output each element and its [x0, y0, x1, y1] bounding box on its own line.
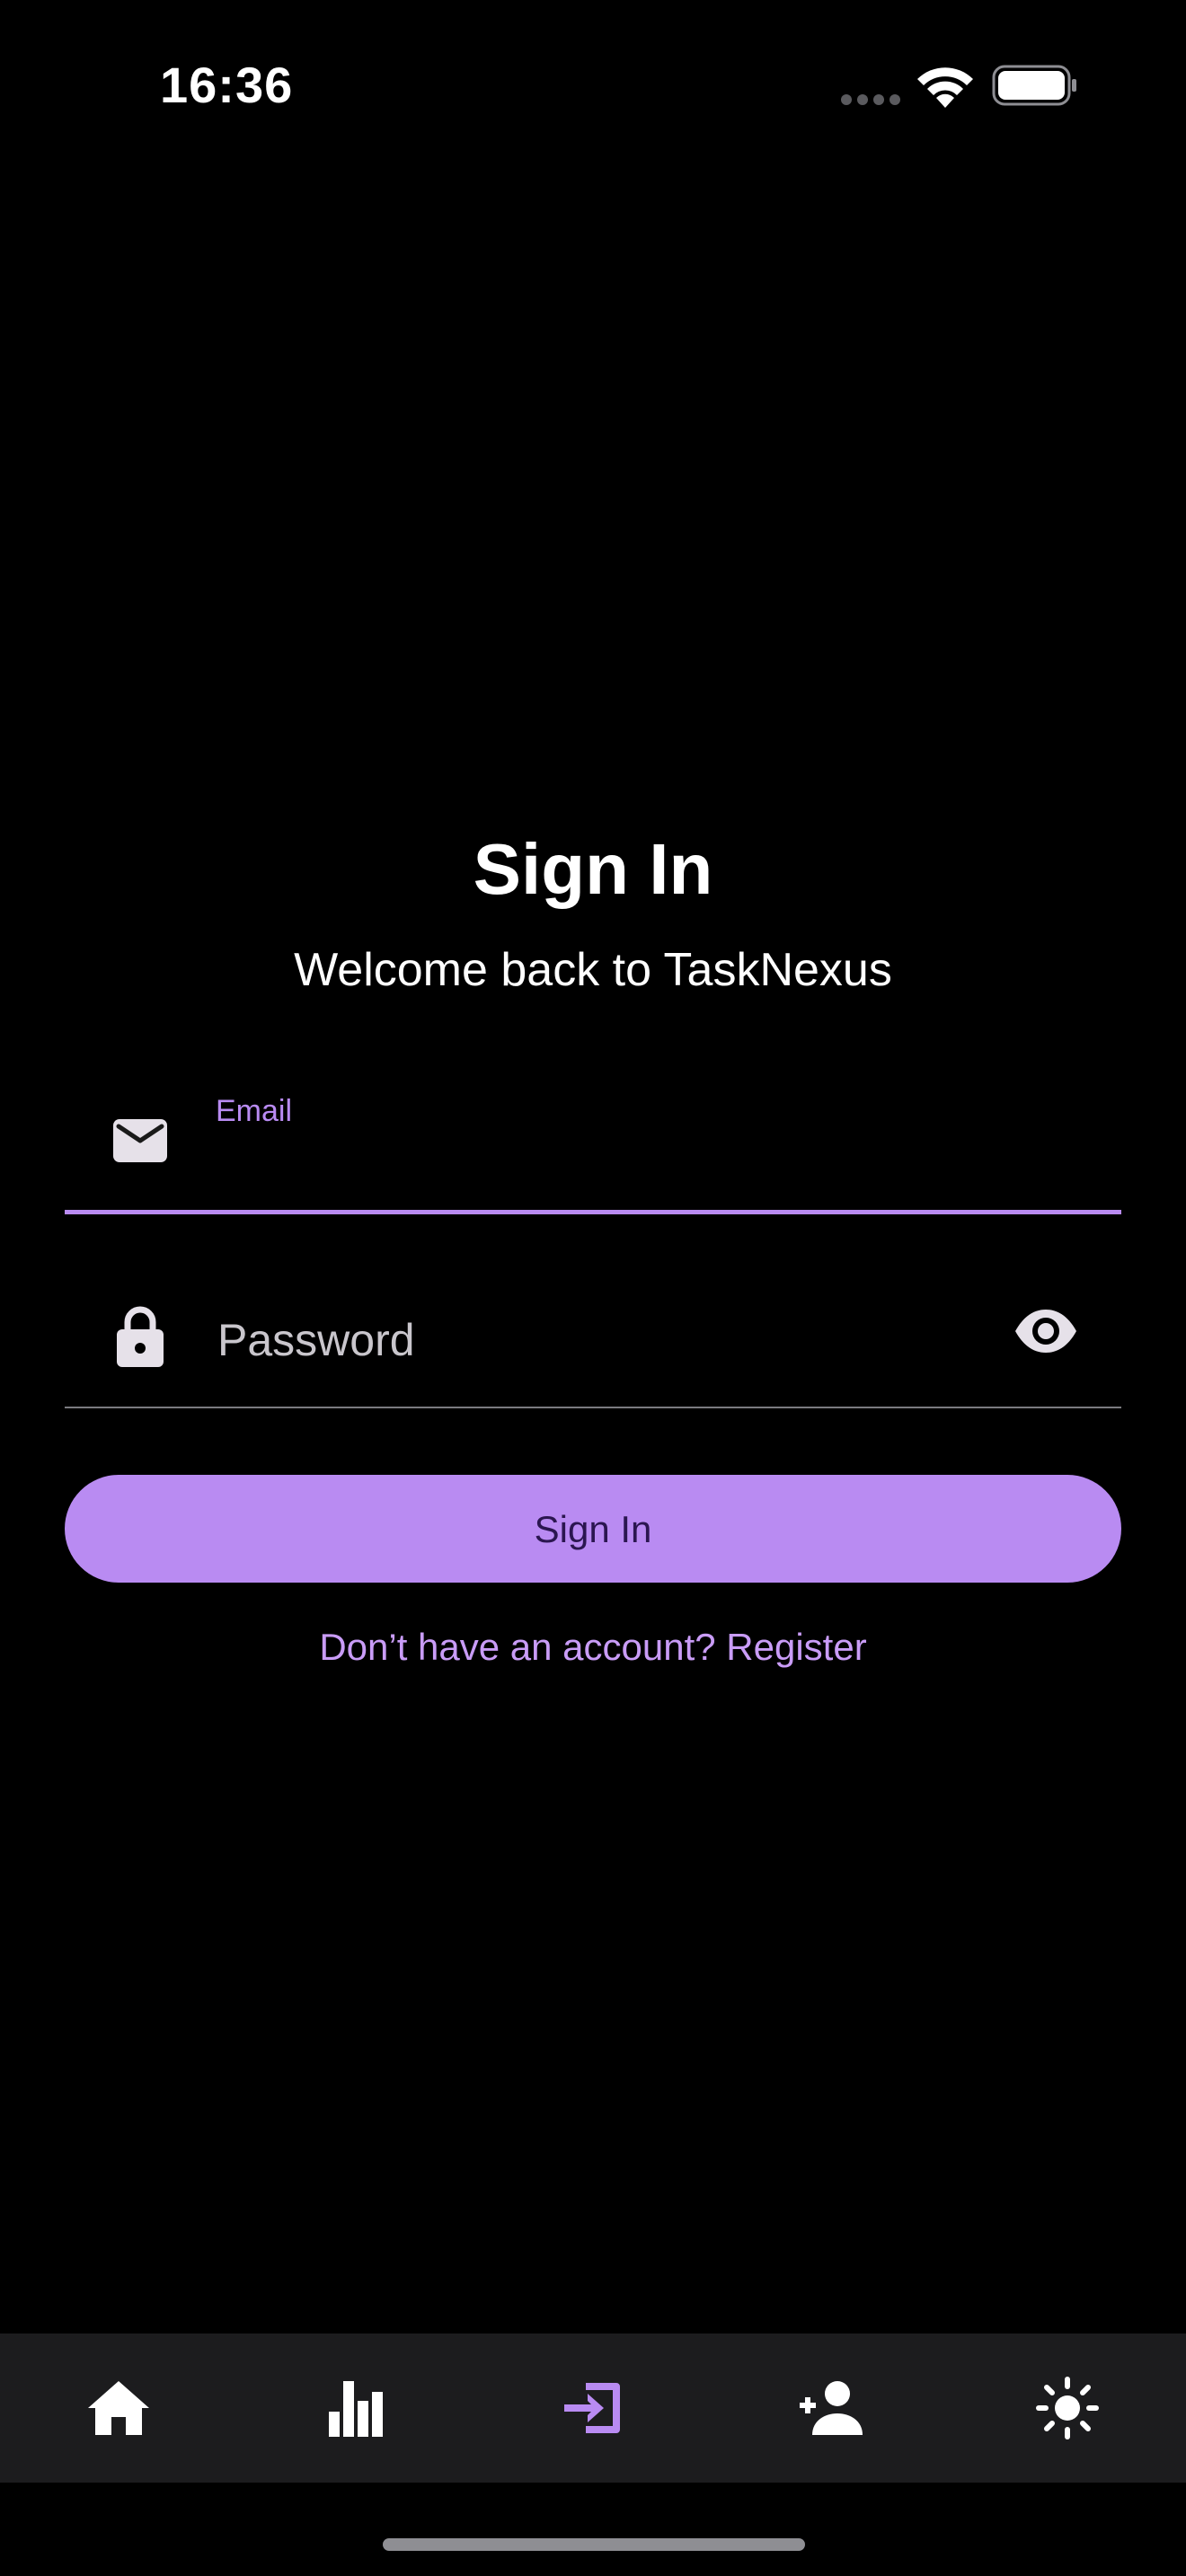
register-link[interactable]: Don’t have an account? Register	[0, 1620, 1186, 1674]
status-bar: 16:36	[0, 0, 1186, 171]
nav-item-home[interactable]	[0, 2333, 237, 2483]
lock-icon	[117, 1306, 164, 1367]
sign-in-button[interactable]: Sign In	[65, 1475, 1121, 1583]
home-icon	[88, 2381, 149, 2435]
nav-item-sign-in[interactable]	[474, 2333, 712, 2483]
add-person-icon	[800, 2381, 863, 2435]
battery-icon	[992, 65, 1076, 106]
nav-item-stats[interactable]	[237, 2333, 474, 2483]
visibility-eye-icon[interactable]	[1013, 1306, 1078, 1356]
nav-item-theme[interactable]	[949, 2333, 1186, 2483]
status-time: 16:36	[160, 57, 294, 113]
login-icon	[564, 2383, 620, 2433]
page-title: Sign In	[473, 829, 713, 909]
brightness-icon	[1036, 2377, 1099, 2439]
email-field[interactable]: Email	[65, 1069, 1121, 1214]
wifi-icon	[917, 67, 973, 108]
password-field[interactable]	[65, 1266, 1121, 1408]
bar-chart-icon	[329, 2381, 383, 2437]
cellular-signal-icon	[841, 94, 900, 105]
home-indicator[interactable]	[383, 2538, 805, 2551]
email-label: Email	[216, 1094, 293, 1128]
email-input[interactable]	[216, 1142, 1082, 1198]
nav-item-register[interactable]	[712, 2333, 949, 2483]
password-input[interactable]	[216, 1308, 1010, 1372]
page-subtitle: Welcome back to TaskNexus	[294, 944, 892, 996]
mail-icon	[113, 1119, 167, 1162]
bottom-navigation-bar	[0, 2333, 1186, 2483]
